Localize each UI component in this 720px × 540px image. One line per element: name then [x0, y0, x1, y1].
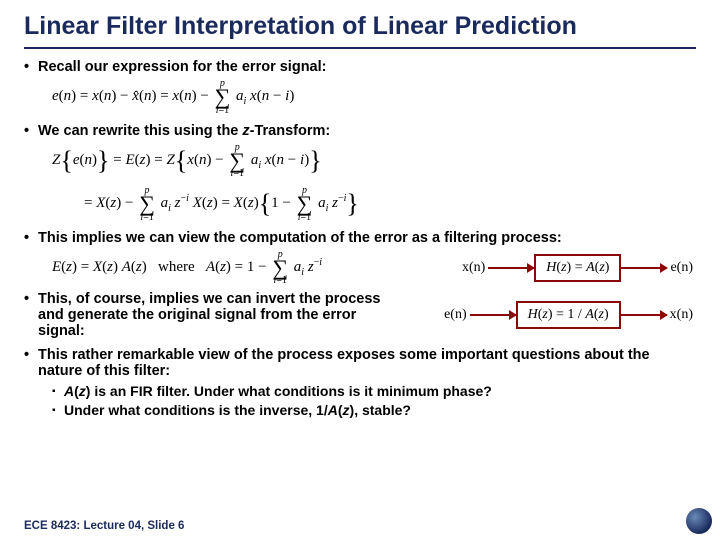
square-bullet-icon: ▪ [52, 402, 64, 418]
arrow-icon [470, 314, 516, 316]
bullet-questions-text: This rather remarkable view of the proce… [38, 347, 696, 379]
bullet-implies-filter: • This implies we can view the computati… [24, 230, 696, 246]
filter-definition-row: E(z) = X(z) A(z) where A(z) = 1 − p∑i=1 … [24, 250, 696, 286]
bullet-invert: • This, of course, implies we can invert… [24, 291, 394, 339]
diagram2-input: e(n) [444, 307, 467, 323]
slide-title: Linear Filter Interpretation of Linear P… [24, 12, 696, 49]
bullet-recall: • Recall our expression for the error si… [24, 59, 696, 75]
diagram1-output: e(n) [670, 260, 693, 276]
bullet-recall-text: Recall our expression for the error sign… [38, 59, 696, 75]
diagram2-output: x(n) [670, 307, 693, 323]
subbullet-b-text: Under what conditions is the inverse, 1/… [64, 402, 411, 418]
bullet-dot-icon: • [24, 291, 38, 339]
slide-footer: ECE 8423: Lecture 04, Slide 6 [24, 520, 184, 532]
filter-diagram-inverse: e(n) H(z) = 1 / A(z) x(n) [441, 301, 696, 329]
arrow-icon [488, 267, 534, 269]
equation-error: e(n) = x(n) − x̂(n) = x(n) − p∑i=1 ai x(… [52, 79, 696, 115]
bullet-dot-icon: • [24, 59, 38, 75]
equation-ztransform-2: = X(z) − p∑i=1 ai z−i X(z) = X(z){1 − p∑… [84, 186, 696, 222]
arrow-icon [621, 267, 667, 269]
bullet-dot-icon: • [24, 230, 38, 246]
square-bullet-icon: ▪ [52, 383, 64, 399]
bullet-dot-icon: • [24, 347, 38, 379]
bullet-implies-text: This implies we can view the computation… [38, 230, 696, 246]
invert-row: • This, of course, implies we can invert… [24, 291, 696, 339]
filter-diagram-forward: x(n) H(z) = A(z) e(n) [459, 254, 696, 282]
bullet-dot-icon: • [24, 123, 38, 139]
bullet-invert-text: This, of course, implies we can invert t… [38, 291, 394, 339]
bullet-questions: • This rather remarkable view of the pro… [24, 347, 696, 379]
diagram1-box: H(z) = A(z) [534, 254, 621, 282]
diagram1-input: x(n) [462, 260, 485, 276]
subbullet-b: ▪ Under what conditions is the inverse, … [52, 402, 696, 418]
equation-ez-az: E(z) = X(z) A(z) where A(z) = 1 − p∑i=1 … [52, 250, 322, 286]
bullet-rewrite: • We can rewrite this using the z-Transf… [24, 123, 696, 139]
arrow-icon [621, 314, 667, 316]
subbullet-a: ▪ A(z) is an FIR filter. Under what cond… [52, 383, 696, 399]
equation-ztransform-1: Z{e(n)} = E(z) = Z{x(n) − p∑i=1 ai x(n −… [52, 143, 696, 179]
subbullet-a-text: A(z) is an FIR filter. Under what condit… [64, 383, 492, 399]
bullet-rewrite-text: We can rewrite this using the z-Transfor… [38, 123, 696, 139]
globe-logo-icon [686, 508, 712, 534]
diagram2-box: H(z) = 1 / A(z) [516, 301, 621, 329]
